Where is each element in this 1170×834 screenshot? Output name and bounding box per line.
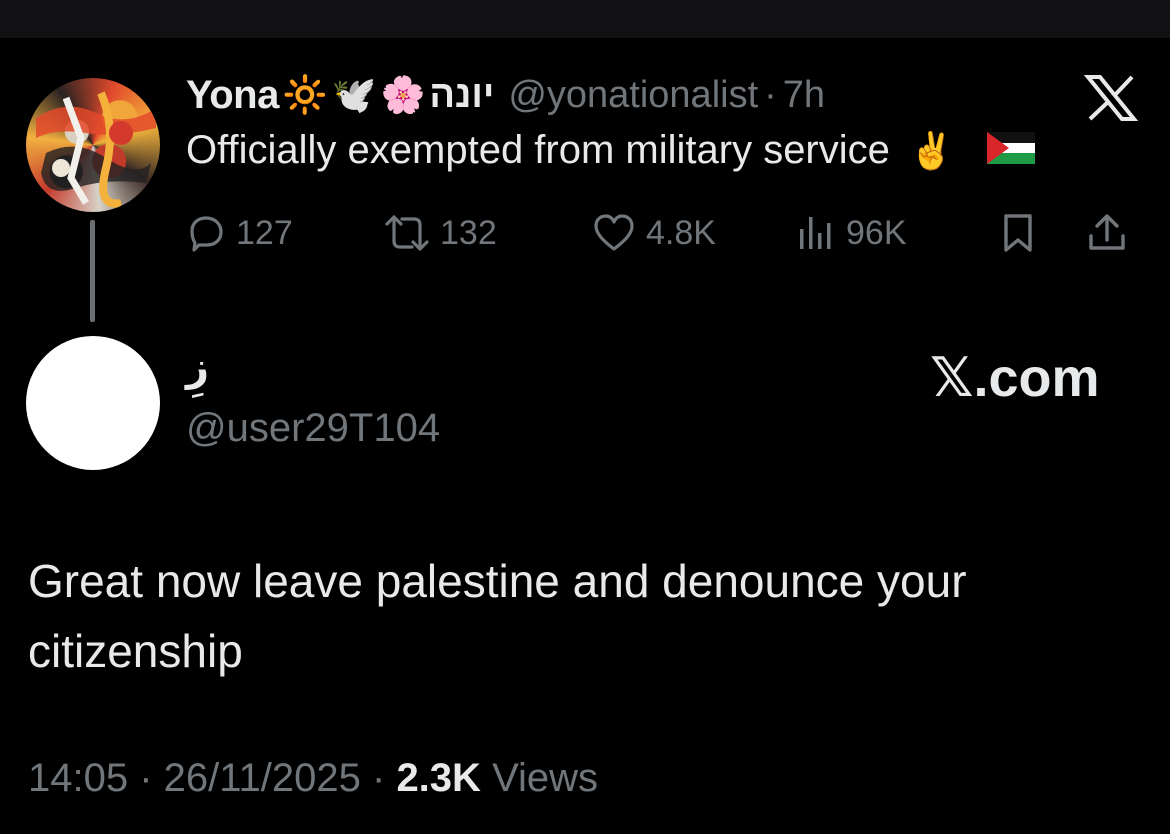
tweet-actions-bar: 127 132 4.8K 96K <box>186 208 1136 258</box>
palestine-flag-icon <box>986 132 1035 165</box>
reply-tweet-text: Great now leave palestine and denounce y… <box>28 555 967 677</box>
author-name-hebrew: יונה <box>429 73 495 116</box>
reply-author-avatar[interactable] <box>26 336 160 470</box>
separator-dot: · <box>764 73 777 116</box>
tweet-timestamp[interactable]: 14:05 · 26/11/2025 · <box>28 756 385 800</box>
share-action[interactable] <box>1086 208 1138 258</box>
dove-emoji-icon: 🕊️ <box>331 74 377 115</box>
sun-emoji-icon: 🔆 <box>282 74 328 115</box>
repost-action[interactable]: 132 <box>384 208 497 258</box>
reply-views-label: Views <box>492 756 599 800</box>
quoted-tweet-header: Yona 🔆 🕊️ 🌸 יונה @yonationalist · 7h <box>186 70 825 120</box>
heart-icon <box>594 214 634 251</box>
tweet-time[interactable]: 7h <box>783 74 825 117</box>
blossom-emoji-icon: 🌸 <box>380 74 426 115</box>
repost-icon <box>385 215 429 251</box>
tweet-body: Officially exempted from military servic… <box>186 128 1035 173</box>
author-handle[interactable]: @yonationalist <box>508 74 758 117</box>
like-action[interactable]: 4.8K <box>592 208 716 258</box>
thread-connector-line <box>90 220 95 322</box>
author-avatar[interactable] <box>26 78 160 212</box>
x-logo-icon[interactable] <box>1084 74 1138 122</box>
like-count: 4.8K <box>646 213 716 252</box>
reply-action[interactable]: 127 <box>186 208 293 258</box>
reply-count: 127 <box>236 213 293 252</box>
reply-views-count: 2.3K <box>396 756 481 800</box>
reply-author-handle[interactable]: @user29T104 <box>186 406 440 451</box>
views-count: 96K <box>846 213 907 252</box>
reply-author-name[interactable]: زِ <box>186 344 209 390</box>
share-icon <box>1089 214 1125 250</box>
x-com-watermark: 𝕏.com <box>930 348 1100 408</box>
repost-count: 132 <box>440 213 497 252</box>
victory-hand-emoji-icon: ✌️ <box>909 130 954 171</box>
author-name[interactable]: Yona <box>186 73 279 118</box>
views-action[interactable]: 96K <box>796 208 907 258</box>
views-bar-chart-icon <box>800 217 831 249</box>
bookmark-action[interactable] <box>998 208 1048 258</box>
top-status-strip <box>0 0 1170 38</box>
tweet-text: Officially exempted from military servic… <box>186 128 890 172</box>
reply-icon <box>190 216 223 252</box>
reply-tweet-meta: 14:05 · 26/11/2025 · 2.3K Views <box>28 756 598 801</box>
bookmark-icon <box>1004 214 1032 252</box>
